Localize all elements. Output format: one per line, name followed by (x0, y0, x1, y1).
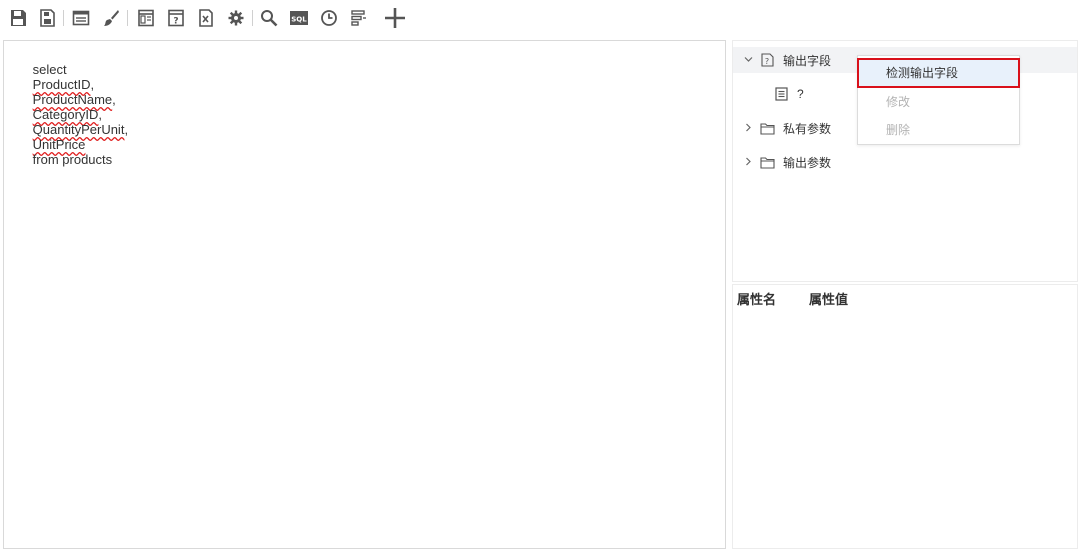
filter-icon[interactable] (348, 6, 370, 30)
sql-separator: , (112, 92, 116, 107)
sql-icon[interactable]: SQL (288, 6, 310, 30)
sql-keyword-select: select (32, 62, 67, 77)
sql-field: ProductName (32, 92, 113, 107)
tree-node-output-params[interactable]: 输出参数 (733, 149, 831, 175)
document-icon (773, 87, 789, 101)
app-window: ? SQL select ProductID, ProductName, Cat… (0, 0, 1084, 553)
folder-icon (759, 121, 775, 135)
table-icon[interactable] (70, 6, 92, 30)
sql-text[interactable]: select ProductID, ProductName, CategoryI… (11, 47, 128, 182)
svg-text:SQL: SQL (291, 16, 307, 24)
tree-node-label: 输出字段 (783, 53, 832, 68)
folder-icon (759, 155, 775, 169)
settings-gear-icon[interactable] (225, 6, 247, 30)
property-value-header: 属性值 (809, 292, 849, 307)
svg-text:?: ? (173, 17, 178, 27)
svg-text:?: ? (764, 57, 768, 66)
sql-field: UnitPrice (32, 137, 86, 152)
tree-node-private-params[interactable]: 私有参数 (733, 115, 831, 141)
property-header: 属性名 属性值 (737, 289, 848, 308)
clock-icon[interactable] (318, 6, 340, 30)
toolbar-separator (63, 10, 64, 26)
excel-export-icon[interactable] (195, 6, 217, 30)
brush-icon[interactable] (100, 6, 122, 30)
chevron-down-icon[interactable] (741, 55, 755, 66)
chevron-right-icon[interactable] (741, 123, 755, 134)
sql-field: ProductID (32, 77, 91, 92)
param-form-icon: ? (759, 53, 775, 67)
save-icon[interactable] (7, 6, 29, 30)
sql-field: CategoryID (32, 107, 99, 122)
toolbar: ? SQL (0, 0, 1084, 38)
toolbar-separator (127, 10, 128, 26)
context-menu: 检测输出字段 修改 删除 (857, 55, 1020, 145)
sql-field: QuantityPerUnit (32, 122, 125, 137)
delete-menu-item[interactable]: 删除 (858, 116, 1019, 144)
chevron-right-icon[interactable] (741, 157, 755, 168)
edit-menu-item[interactable]: 修改 (858, 88, 1019, 116)
toolbar-separator (252, 10, 253, 26)
sql-editor[interactable]: select ProductID, ProductName, CategoryI… (3, 40, 726, 549)
save-as-icon[interactable] (37, 6, 59, 30)
tree-node-label: 输出参数 (783, 155, 832, 170)
search-icon[interactable] (258, 6, 280, 30)
add-icon[interactable] (382, 6, 408, 30)
tree-node-label: ? (797, 87, 804, 101)
sql-separator: , (124, 122, 129, 137)
detect-output-fields-menu-item[interactable]: 检测输出字段 (857, 58, 1020, 88)
sql-separator: , (98, 107, 103, 122)
property-panel: 属性名 属性值 (732, 284, 1078, 549)
tree-node-field-item[interactable]: ? (733, 81, 804, 107)
property-name-header: 属性名 (737, 292, 777, 307)
param-form-icon[interactable]: ? (165, 6, 187, 30)
tree-node-label: 私有参数 (783, 121, 832, 136)
sql-tail: from products (32, 152, 113, 167)
form-icon[interactable] (135, 6, 157, 30)
sql-separator: , (90, 77, 95, 92)
